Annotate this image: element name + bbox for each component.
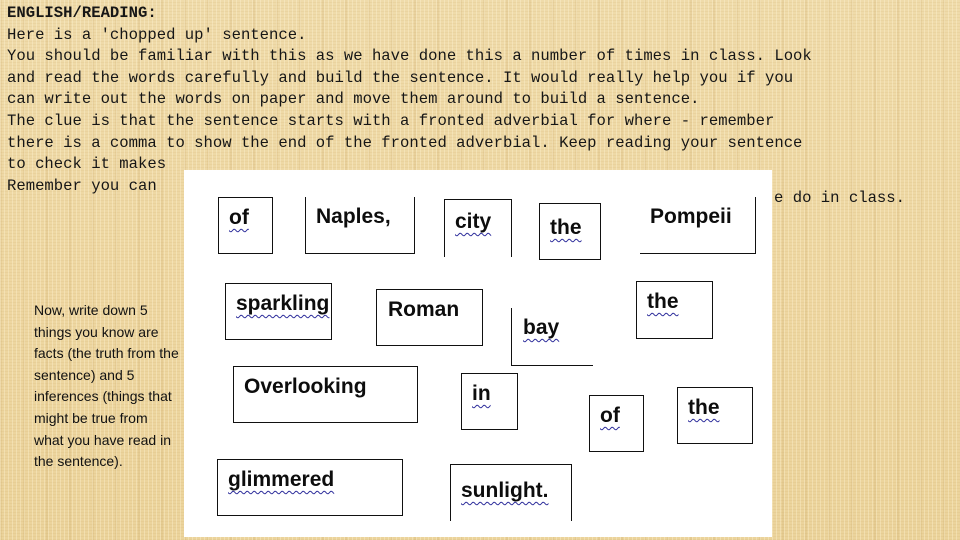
word-card-label: bay	[523, 316, 560, 339]
word-card[interactable]: Roman	[376, 289, 483, 346]
instruction-line: and read the words carefully and build t…	[7, 68, 794, 87]
word-card-label: the	[550, 216, 582, 239]
instruction-line: can write out the words on paper and mov…	[7, 90, 700, 109]
word-card[interactable]: bay	[511, 308, 593, 366]
word-card[interactable]: glimmered	[217, 459, 403, 516]
instructions-heading: ENGLISH/READING:	[7, 4, 157, 22]
word-card[interactable]: Naples,	[305, 197, 415, 254]
word-card[interactable]: the	[677, 387, 753, 444]
word-card-label: of	[600, 404, 620, 427]
instruction-line: The clue is that the sentence starts wit…	[7, 111, 775, 130]
word-card-label: glimmered	[228, 468, 335, 491]
word-card[interactable]: Overlooking	[233, 366, 418, 423]
word-card-label: the	[647, 290, 679, 313]
word-card[interactable]: sunlight.	[450, 464, 572, 521]
task-note: Now, write down 5 things you know are fa…	[34, 302, 179, 470]
word-card-label: in	[472, 382, 491, 405]
word-card-label: sunlight.	[461, 479, 549, 502]
word-card-label: Naples,	[316, 205, 391, 228]
word-card[interactable]: Pompeii	[640, 197, 756, 254]
word-card-label: the	[688, 396, 720, 419]
word-card[interactable]: the	[636, 281, 713, 339]
word-card-label: Roman	[388, 298, 460, 321]
word-card-label: Pompeii	[650, 205, 732, 228]
instruction-line: there is a comma to show the end of the …	[7, 133, 803, 152]
word-cards-image: of Naples, city the Pompeii sparkling Ro…	[184, 170, 772, 537]
word-card[interactable]: of	[589, 395, 644, 452]
instruction-line-tail: e do in class.	[774, 189, 906, 207]
word-card[interactable]: in	[461, 373, 518, 430]
word-card-label: city	[455, 210, 492, 233]
instructions-text: ENGLISH/READING: Here is a 'chopped up' s…	[7, 3, 957, 197]
word-card[interactable]: sparkling	[225, 283, 332, 340]
instruction-line: Here is a 'chopped up' sentence.	[7, 25, 307, 44]
word-card-label: Overlooking	[244, 375, 367, 398]
word-card[interactable]: city	[444, 199, 512, 257]
word-card[interactable]: the	[539, 203, 601, 260]
word-card-label: sparkling	[236, 292, 330, 315]
word-card[interactable]: of	[218, 197, 273, 254]
word-card-label: of	[229, 206, 249, 229]
instruction-line: You should be familiar with this as we h…	[7, 47, 812, 66]
